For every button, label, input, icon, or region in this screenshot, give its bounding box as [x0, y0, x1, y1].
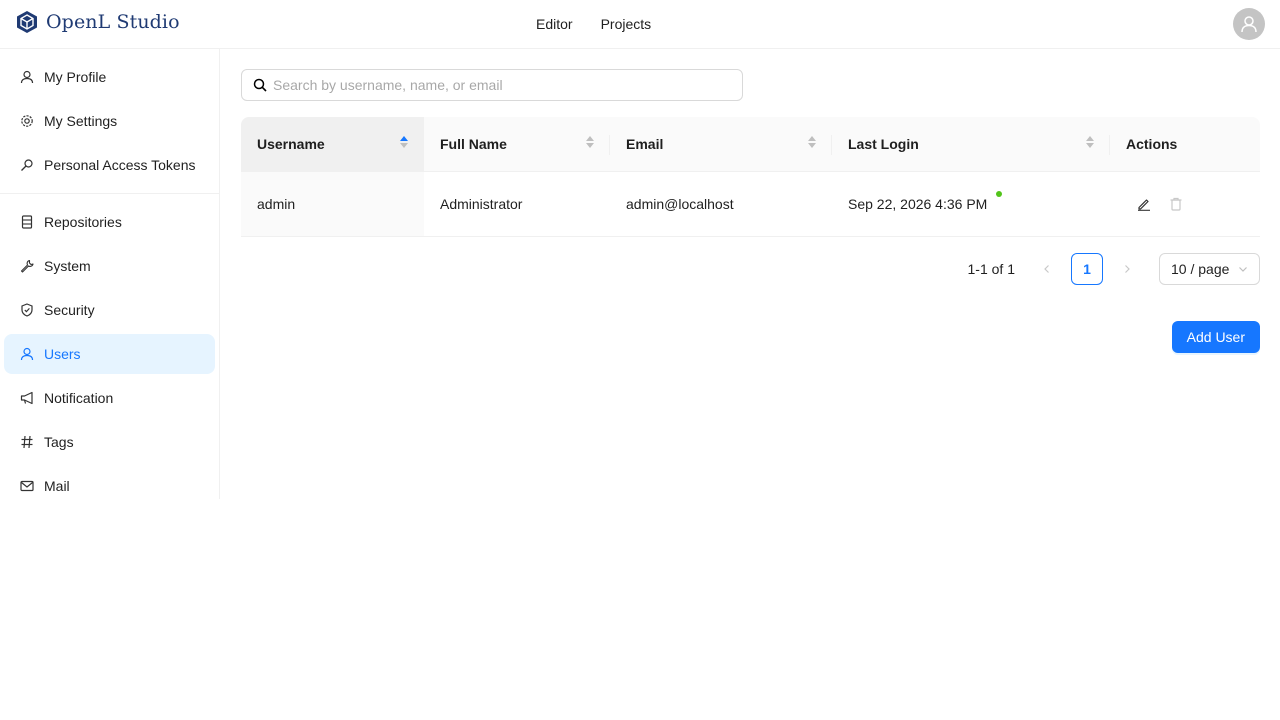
- cell-last-login: Sep 22, 2026 4:36 PM: [832, 172, 1110, 236]
- search-box[interactable]: [241, 69, 743, 101]
- pagination-total: 1-1 of 1: [967, 261, 1015, 277]
- sidebar-item-system[interactable]: System: [4, 246, 215, 286]
- add-user-button[interactable]: Add User: [1171, 321, 1260, 353]
- page-size-value: 10 / page: [1171, 261, 1230, 277]
- page-size-select[interactable]: 10 / page: [1159, 253, 1260, 285]
- sort-toggle[interactable]: [400, 136, 408, 148]
- user-avatar-icon: [1241, 16, 1257, 33]
- column-header-label: Email: [626, 136, 664, 152]
- sort-descending-icon: [586, 143, 594, 148]
- sidebar-admin-group: Repositories System Security Users Notif…: [0, 194, 219, 514]
- mail-icon: [20, 479, 34, 493]
- search-icon: [253, 78, 267, 92]
- sidebar-item-notification[interactable]: Notification: [4, 378, 215, 418]
- sort-ascending-icon: [400, 136, 408, 141]
- sidebar: My Profile My Settings Personal Access T…: [0, 49, 220, 499]
- column-header-label: Actions: [1126, 136, 1178, 152]
- column-header-label: Username: [257, 136, 325, 152]
- last-login-text: Sep 22, 2026 4:36 PM: [848, 196, 988, 212]
- edit-user-button[interactable]: [1136, 196, 1152, 212]
- database-icon: [20, 215, 34, 229]
- column-header-last-login[interactable]: Last Login: [832, 117, 1110, 171]
- column-header-full-name[interactable]: Full Name: [424, 117, 610, 171]
- user-avatar[interactable]: [1233, 8, 1265, 40]
- user-icon: [20, 70, 34, 84]
- gear-icon: [20, 114, 34, 128]
- sidebar-item-label: Personal Access Tokens: [44, 157, 196, 173]
- sidebar-item-label: Users: [44, 346, 81, 362]
- sidebar-item-mail[interactable]: Mail: [4, 466, 215, 506]
- sort-toggle[interactable]: [586, 136, 594, 148]
- sort-ascending-icon: [1086, 136, 1094, 141]
- cell-email: admin@localhost: [626, 196, 734, 212]
- logo-cube-icon: [17, 11, 37, 33]
- sort-descending-icon: [1086, 143, 1094, 148]
- page-number-button[interactable]: 1: [1071, 253, 1103, 285]
- next-page-button[interactable]: [1111, 253, 1143, 285]
- chevron-left-icon: [1044, 265, 1049, 273]
- chevron-right-icon: [1125, 265, 1130, 273]
- sort-toggle[interactable]: [808, 136, 816, 148]
- sidebar-item-label: My Profile: [44, 69, 107, 85]
- users-table: Username Full Name Email Last Login Acti…: [241, 117, 1260, 237]
- sidebar-item-label: System: [44, 258, 91, 274]
- cell-actions: [1110, 172, 1260, 236]
- pagination: 1-1 of 1 1 10 / page: [968, 253, 1260, 285]
- column-header-label: Last Login: [848, 136, 919, 152]
- key-icon: [20, 158, 34, 172]
- delete-icon: [1170, 197, 1182, 211]
- sidebar-item-personal-access-tokens[interactable]: Personal Access Tokens: [4, 145, 215, 185]
- sidebar-item-label: Security: [44, 302, 95, 318]
- table-row: admin Administrator admin@localhost Sep …: [241, 172, 1260, 237]
- hash-icon: [20, 435, 34, 449]
- sidebar-item-tags[interactable]: Tags: [4, 422, 215, 462]
- column-header-actions: Actions: [1110, 117, 1260, 171]
- sidebar-item-repositories[interactable]: Repositories: [4, 202, 215, 242]
- app-logo[interactable]: OpenL Studio: [16, 10, 180, 34]
- online-status-dot: [996, 191, 1002, 197]
- sort-descending-icon: [400, 143, 408, 148]
- column-header-label: Full Name: [440, 136, 507, 152]
- sidebar-item-security[interactable]: Security: [4, 290, 215, 330]
- column-header-username[interactable]: Username: [241, 117, 424, 171]
- topnav-projects[interactable]: Projects: [601, 16, 652, 32]
- sidebar-item-label: Notification: [44, 390, 114, 406]
- table-header: Username Full Name Email Last Login Acti…: [241, 117, 1260, 172]
- cell-full-name: Administrator: [440, 196, 523, 212]
- sort-toggle[interactable]: [1086, 136, 1094, 148]
- sidebar-personal-group: My Profile My Settings Personal Access T…: [0, 49, 219, 193]
- top-navigation: Editor Projects: [536, 0, 651, 48]
- sidebar-item-label: Repositories: [44, 214, 122, 230]
- sidebar-item-label: Mail: [44, 478, 70, 494]
- sort-ascending-icon: [808, 136, 816, 141]
- sidebar-item-my-profile[interactable]: My Profile: [4, 57, 215, 97]
- app-title: OpenL Studio: [46, 11, 180, 33]
- search-input[interactable]: [273, 77, 733, 93]
- sidebar-item-my-settings[interactable]: My Settings: [4, 101, 215, 141]
- megaphone-icon: [20, 391, 34, 405]
- wrench-icon: [20, 259, 34, 273]
- sidebar-item-label: Tags: [44, 434, 74, 450]
- shield-icon: [20, 303, 34, 317]
- sort-ascending-icon: [586, 136, 594, 141]
- app-header: OpenL Studio Editor Projects: [0, 0, 1280, 49]
- previous-page-button[interactable]: [1031, 253, 1063, 285]
- topnav-editor[interactable]: Editor: [536, 16, 573, 32]
- edit-icon: [1138, 199, 1150, 211]
- user-icon: [20, 347, 34, 361]
- sort-descending-icon: [808, 143, 816, 148]
- cell-username: admin: [241, 172, 424, 236]
- row-actions: [1126, 196, 1184, 212]
- sidebar-item-label: My Settings: [44, 113, 118, 129]
- sidebar-item-users[interactable]: Users: [4, 334, 215, 374]
- delete-user-button[interactable]: [1168, 196, 1184, 212]
- chevron-down-icon: [1239, 267, 1247, 272]
- column-header-email[interactable]: Email: [610, 117, 832, 171]
